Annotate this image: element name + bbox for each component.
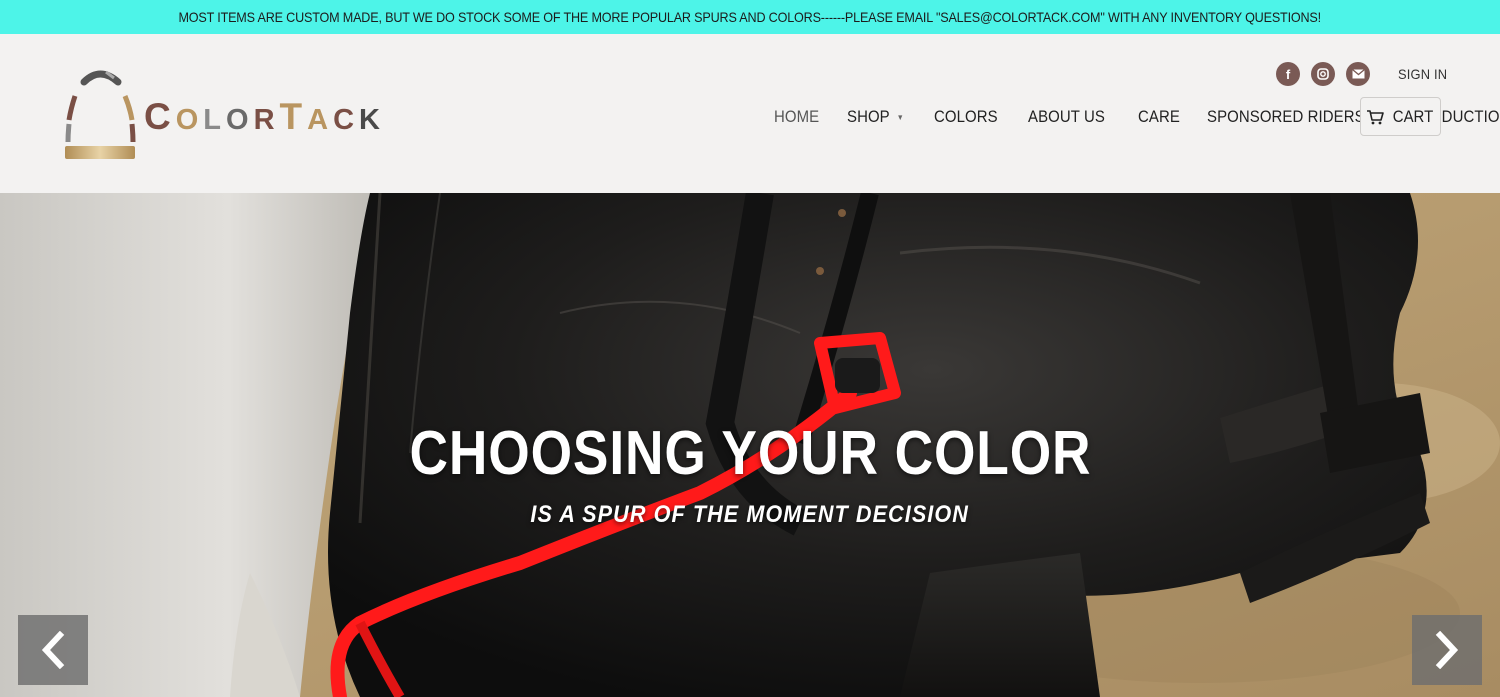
nav-about-us[interactable]: ABOUT US xyxy=(1028,107,1105,127)
hero-title: CHOOSING YOUR COLOR xyxy=(0,418,1500,489)
stirrup-logo-icon xyxy=(65,70,136,159)
nav-sponsored-riders[interactable]: SPONSORED RIDERS xyxy=(1207,107,1365,127)
facebook-glyph: f xyxy=(1285,66,1291,82)
slider-prev-button[interactable] xyxy=(18,615,88,685)
caret-down-icon: ▼ xyxy=(897,113,905,123)
chevron-right-icon xyxy=(1435,631,1459,669)
announcement-text: MOST ITEMS ARE CUSTOM MADE, BUT WE DO ST… xyxy=(178,9,1322,25)
site-header: COLORTACK f SIGN IN HOME SHOP ▼ COLORS AB… xyxy=(0,34,1500,193)
hero-slider: CHOOSING YOUR COLOR IS A SPUR OF THE MOM… xyxy=(0,193,1500,697)
announcement-bar: MOST ITEMS ARE CUSTOM MADE, BUT WE DO ST… xyxy=(0,0,1500,34)
logo-letter: O xyxy=(175,104,204,136)
logo-letter: K xyxy=(359,104,385,136)
envelope-glyph-icon xyxy=(1351,69,1365,79)
nav-shop[interactable]: SHOP ▼ xyxy=(847,107,904,127)
hero-subtitle: IS A SPUR OF THE MOMENT DECISION xyxy=(0,501,1500,529)
logo-letter: O xyxy=(226,104,254,136)
logo-letter: L xyxy=(203,104,227,136)
social-links: f xyxy=(1276,62,1370,86)
logo-wordmark: COLORTACK xyxy=(144,96,385,138)
cart-label: CART xyxy=(1392,106,1433,126)
chevron-left-icon xyxy=(41,631,65,669)
facebook-icon[interactable]: f xyxy=(1276,62,1300,86)
nav-shop-label: SHOP xyxy=(847,107,891,126)
slider-next-button[interactable] xyxy=(1412,615,1482,685)
colortack-logo[interactable]: COLORTACK xyxy=(62,68,382,164)
nav-care[interactable]: CARE xyxy=(1138,107,1180,127)
logo-letter: C xyxy=(333,104,360,136)
logo-letter: A xyxy=(307,104,334,136)
cart-button[interactable]: CART xyxy=(1360,97,1441,136)
sign-in-link[interactable]: SIGN IN xyxy=(1398,66,1447,82)
logo-letter: C xyxy=(144,96,176,137)
instagram-glyph-icon xyxy=(1317,68,1329,80)
nav-home[interactable]: HOME xyxy=(774,107,819,127)
instagram-icon[interactable] xyxy=(1311,62,1335,86)
nav-colors[interactable]: COLORS xyxy=(934,107,998,127)
logo-letter: T xyxy=(279,96,308,137)
mail-icon[interactable] xyxy=(1346,62,1370,86)
hero-subtitle-text: IS A SPUR OF THE MOMENT DECISION xyxy=(530,501,970,528)
cart-icon xyxy=(1366,109,1384,124)
logo-letter: R xyxy=(253,104,280,136)
hero-title-text: CHOOSING YOUR COLOR xyxy=(409,419,1091,488)
